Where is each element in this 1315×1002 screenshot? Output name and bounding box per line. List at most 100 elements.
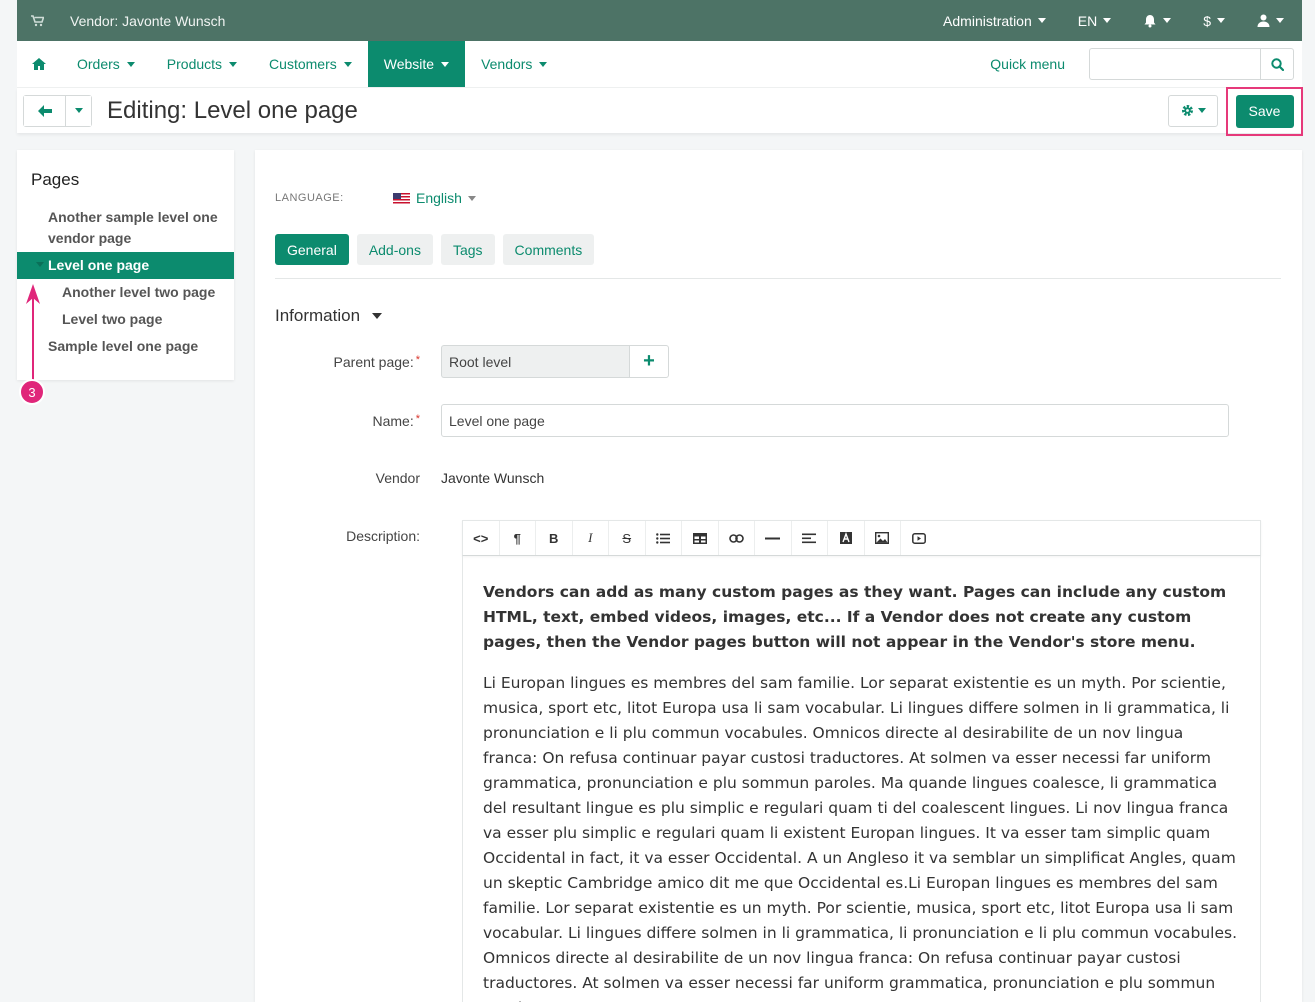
nav-orders-label: Orders — [77, 56, 120, 72]
parent-page-picker: Root level + — [441, 345, 669, 378]
bold-button[interactable]: B — [536, 521, 573, 555]
video-icon — [912, 532, 927, 544]
name-label-text: Name: — [372, 412, 414, 429]
form-tabs: General Add-ons Tags Comments — [275, 234, 595, 265]
user-icon — [1257, 14, 1270, 27]
insert-image-button[interactable] — [865, 521, 901, 555]
search-input[interactable] — [1089, 48, 1260, 80]
currency-menu[interactable]: $ — [1187, 0, 1241, 41]
sidebar-item-level-one-page[interactable]: Level one page — [17, 252, 234, 279]
notifications-menu[interactable] — [1127, 0, 1187, 41]
horizontal-rule-icon — [765, 537, 781, 539]
search-button[interactable] — [1260, 48, 1294, 80]
sidebar-item-sample-level-one[interactable]: Sample level one page — [17, 333, 234, 360]
back-dropdown-toggle[interactable] — [65, 95, 91, 126]
editor-toolbar: <> ¶ B I S — [462, 520, 1261, 556]
name-label: Name: * — [255, 413, 441, 429]
cart-icon[interactable] — [31, 14, 51, 27]
quick-menu-link[interactable]: Quick menu — [974, 41, 1089, 87]
back-button-group — [23, 94, 92, 127]
sidebar-item-another-level-two[interactable]: Another level two page — [17, 279, 234, 306]
tab-general[interactable]: General — [275, 234, 349, 265]
parent-page-label: Parent page: * — [255, 354, 441, 370]
italic-button[interactable]: I — [573, 521, 609, 555]
editor-content[interactable]: Vendors can add as many custom pages as … — [462, 556, 1261, 1002]
chevron-down-icon — [539, 61, 548, 67]
chevron-down-icon — [1103, 18, 1112, 23]
tab-add-ons[interactable]: Add-ons — [356, 234, 433, 265]
nav-vendors-label: Vendors — [481, 56, 533, 72]
code-view-button[interactable]: <> — [463, 521, 500, 555]
code-icon: <> — [473, 530, 489, 546]
chevron-down-icon — [229, 61, 238, 67]
font-color-icon — [839, 532, 852, 544]
top-bar: Vendor: Javonte Wunsch Administration EN… — [17, 0, 1302, 41]
chevron-down-icon — [1163, 18, 1172, 23]
main-nav: Orders Products Customers Website Vendor… — [17, 41, 1302, 88]
section-title: Information — [275, 306, 361, 325]
sidebar-item-another-sample-level-one[interactable]: Another sample level one vendor page — [17, 204, 234, 252]
settings-dropdown-button[interactable] — [1168, 94, 1218, 127]
table-icon — [692, 532, 707, 544]
tab-tags[interactable]: Tags — [440, 234, 495, 265]
bulleted-list-button[interactable] — [646, 521, 682, 555]
tabs-divider — [275, 278, 1281, 279]
tab-comments[interactable]: Comments — [502, 234, 595, 265]
chevron-down-icon — [343, 61, 352, 67]
font-color-button[interactable] — [828, 521, 865, 555]
horizontal-rule-button[interactable] — [755, 521, 792, 555]
back-button[interactable] — [24, 95, 65, 126]
add-parent-button[interactable]: + — [629, 345, 669, 378]
description-editor: <> ¶ B I S Vendors can add as many custo… — [462, 520, 1261, 1002]
nav-customers[interactable]: Customers — [253, 41, 368, 87]
home-button[interactable] — [17, 41, 61, 87]
expand-caret-icon[interactable] — [36, 262, 44, 267]
bold-icon: B — [549, 530, 559, 546]
nav-vendors[interactable]: Vendors — [465, 41, 563, 87]
insert-video-button[interactable] — [901, 521, 938, 555]
strikethrough-icon: S — [622, 530, 632, 546]
save-button[interactable]: Save — [1235, 94, 1294, 128]
language-menu[interactable]: EN — [1062, 0, 1127, 41]
pages-sidebar: Pages Another sample level one vendor pa… — [17, 150, 234, 380]
search-box — [1089, 48, 1294, 80]
chevron-down-icon — [1037, 18, 1046, 23]
parent-page-row: Parent page: * Root level + — [255, 345, 669, 378]
description-body: Li Europan lingues es membres del sam fa… — [483, 674, 1237, 1002]
link-button[interactable] — [719, 521, 755, 555]
information-section-toggle[interactable]: Information — [275, 306, 383, 326]
language-dropdown[interactable]: English — [393, 190, 476, 206]
required-marker: * — [415, 412, 420, 425]
editor-panel: LANGUAGE: English General Add-ons Tags C… — [255, 150, 1302, 1002]
strikethrough-button[interactable]: S — [609, 521, 646, 555]
paragraph-button[interactable]: ¶ — [500, 521, 536, 555]
align-left-icon — [802, 533, 817, 543]
parent-page-label-text: Parent page: — [333, 353, 414, 370]
search-icon — [1270, 57, 1284, 71]
currency-label: $ — [1203, 12, 1211, 29]
language-label: EN — [1077, 12, 1098, 29]
name-row: Name: * — [255, 404, 1229, 437]
user-menu[interactable] — [1241, 0, 1302, 41]
name-input[interactable] — [441, 404, 1229, 437]
image-icon — [875, 532, 890, 544]
administration-menu[interactable]: Administration — [927, 0, 1062, 41]
nav-orders[interactable]: Orders — [61, 41, 151, 87]
home-icon — [32, 58, 46, 70]
language-label: LANGUAGE: — [275, 192, 344, 204]
table-button[interactable] — [682, 521, 719, 555]
description-label: Description: — [346, 528, 420, 544]
chevron-down-icon — [372, 313, 383, 319]
administration-label: Administration — [943, 12, 1032, 29]
nav-products[interactable]: Products — [151, 41, 253, 87]
sidebar-item-label: Level one page — [48, 257, 150, 273]
parent-page-value[interactable]: Root level — [441, 345, 629, 378]
paragraph-icon: ¶ — [513, 530, 521, 546]
align-button[interactable] — [792, 521, 828, 555]
chevron-down-icon — [74, 108, 83, 113]
sidebar-item-level-two[interactable]: Level two page — [17, 306, 234, 333]
nav-website[interactable]: Website — [367, 41, 466, 87]
italic-icon: I — [588, 530, 593, 545]
page-title: Editing: Level one page — [107, 96, 358, 124]
sidebar-title: Pages — [31, 170, 80, 189]
